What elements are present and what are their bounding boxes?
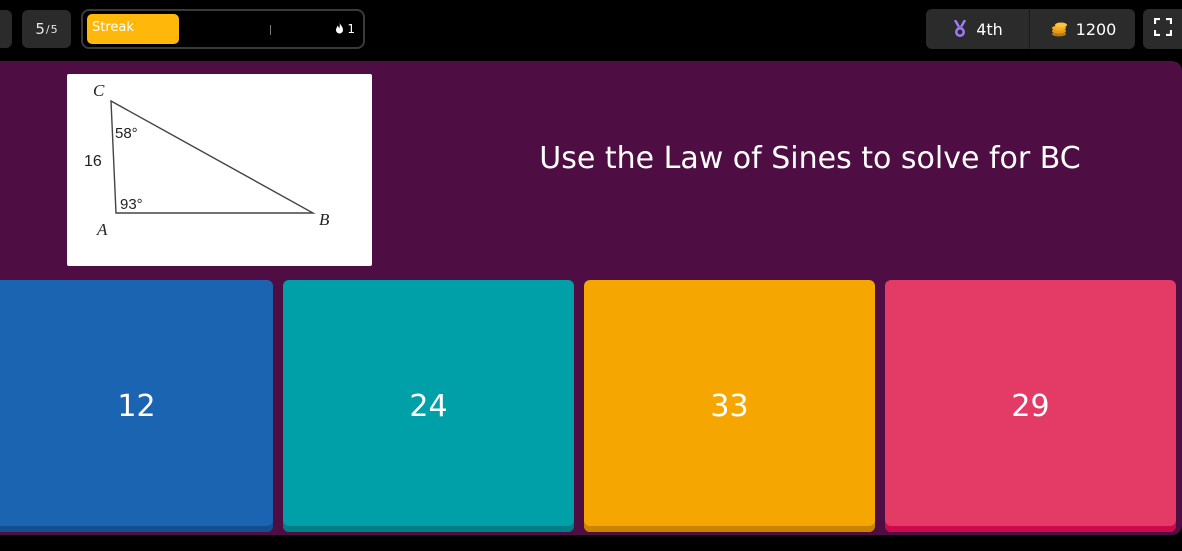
- medal-icon: [952, 20, 968, 38]
- answer-option-label: 29: [1011, 388, 1050, 424]
- fullscreen-button[interactable]: [1143, 9, 1182, 49]
- flame-icon: [335, 22, 348, 36]
- angle-c-label: 58°: [115, 125, 138, 142]
- streak-count: 1: [347, 22, 355, 36]
- angle-a-label: 93°: [120, 196, 143, 213]
- player-stats: 4th 1200: [926, 9, 1135, 49]
- side-ca-label: 16: [84, 153, 102, 170]
- answer-option-label: 33: [710, 388, 749, 424]
- answer-option-label: 24: [409, 388, 448, 424]
- answer-option-4[interactable]: 29: [885, 280, 1176, 532]
- back-button[interactable]: [0, 10, 12, 48]
- streak-bar: Streak 1: [81, 9, 365, 49]
- question-panel: C A B 58° 93° 16 Use the Law of Sines to…: [0, 61, 1182, 535]
- question-total: 5: [50, 22, 58, 36]
- coins-value: 1200: [1075, 19, 1117, 39]
- coins-stat[interactable]: 1200: [1031, 9, 1135, 49]
- question-counter: 5/5: [22, 10, 71, 48]
- answer-option-3[interactable]: 33: [584, 280, 875, 532]
- rank-stat[interactable]: 4th: [926, 9, 1030, 49]
- vertex-b-label: B: [319, 210, 330, 229]
- question-current: 5: [35, 20, 45, 38]
- answer-option-2[interactable]: 24: [283, 280, 574, 532]
- streak-label: Streak: [92, 20, 134, 35]
- rank-value: 4th: [976, 19, 1003, 39]
- vertex-c-label: C: [93, 81, 105, 100]
- question-image: C A B 58° 93° 16: [67, 74, 372, 266]
- coin-stack-icon: [1050, 21, 1068, 37]
- top-bar: 5/5 Streak 1 4th 1200: [0, 0, 1182, 60]
- streak-milestone-tick: [270, 25, 271, 35]
- streak-count-display: 1: [335, 22, 355, 36]
- triangle-diagram: C A B 58° 93° 16: [84, 81, 330, 239]
- answer-option-label: 12: [117, 388, 156, 424]
- fullscreen-icon: [1153, 17, 1172, 40]
- question-text: Use the Law of Sines to solve for BC: [539, 141, 1081, 176]
- answer-option-1[interactable]: 12: [0, 280, 273, 532]
- vertex-a-label: A: [96, 220, 108, 239]
